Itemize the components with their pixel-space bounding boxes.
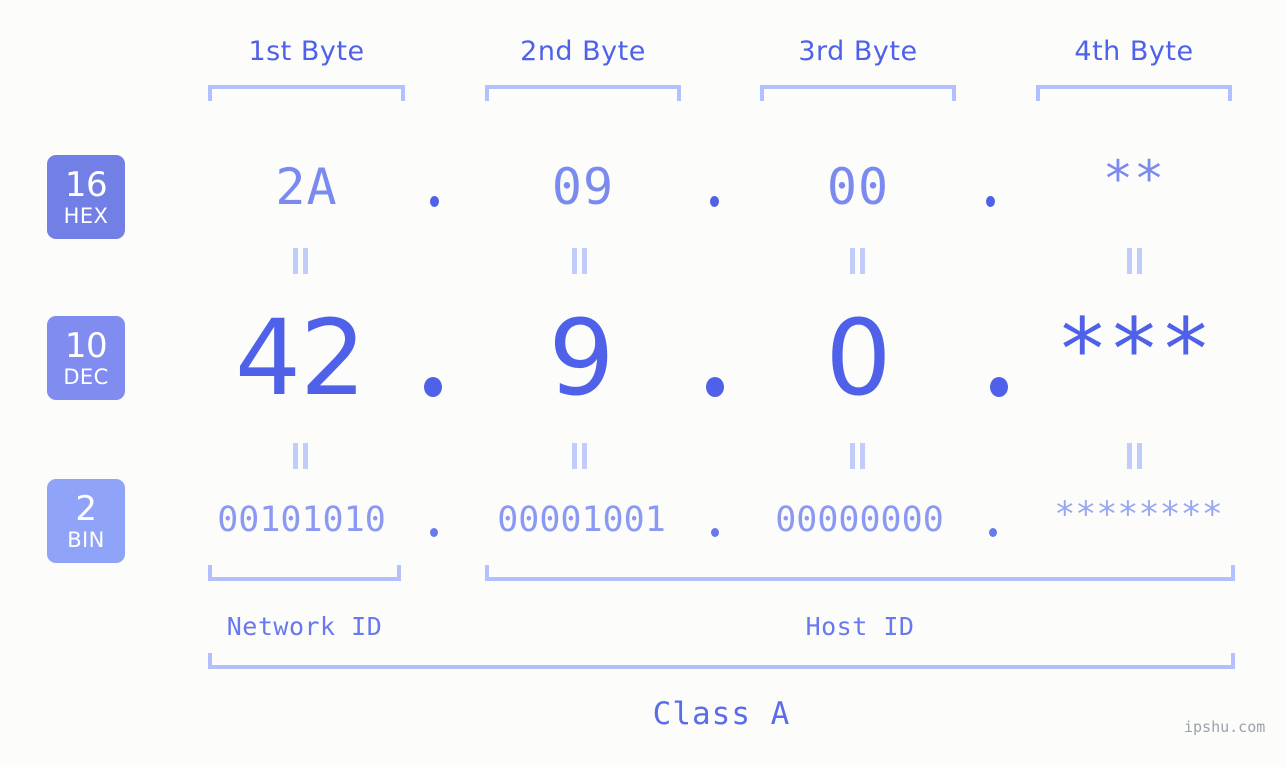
host-id-label: Host ID [805, 612, 915, 641]
dec-separator-2 [706, 377, 724, 397]
class-label: Class A [652, 696, 791, 732]
ip-byte-breakdown-diagram: 1st Byte 2nd Byte 3rd Byte 4th Byte 16 H… [0, 0, 1285, 767]
byte-bracket-2 [485, 85, 681, 101]
base-badge-hex-number: 16 [64, 164, 108, 205]
hex-separator-1 [430, 196, 439, 207]
bin-separator-3 [989, 528, 997, 537]
bin-separator-2 [711, 528, 719, 537]
byte-header-3: 3rd Byte [798, 36, 918, 67]
hex-separator-2 [710, 196, 719, 207]
base-badge-dec-abbr: DEC [63, 364, 109, 389]
equals-icon-hex-dec-1 [293, 248, 309, 274]
host-id-bracket [485, 565, 1235, 581]
bin-separator-1 [430, 528, 438, 537]
base-badge-dec-number: 10 [64, 325, 108, 366]
network-id-bracket [208, 565, 401, 581]
equals-icon-dec-bin-1 [293, 443, 309, 469]
network-id-label: Network ID [226, 612, 383, 641]
hex-byte-2: 09 [551, 158, 615, 216]
equals-icon-hex-dec-2 [572, 248, 588, 274]
base-badge-hex[interactable]: 16 HEX [47, 155, 125, 239]
base-badge-bin-abbr: BIN [67, 527, 105, 552]
equals-icon-dec-bin-3 [850, 443, 866, 469]
hex-byte-1: 2A [275, 158, 338, 216]
base-badge-bin-number: 2 [75, 488, 97, 529]
dec-separator-1 [424, 377, 442, 397]
byte-header-1: 1st Byte [248, 36, 365, 67]
dec-separator-3 [990, 377, 1008, 397]
bin-byte-1: 00101010 [217, 500, 386, 540]
dec-byte-1: 42 [234, 297, 366, 419]
bin-byte-3: 00000000 [775, 500, 944, 540]
bin-byte-4: ******** [1054, 495, 1223, 535]
byte-bracket-3 [760, 85, 956, 101]
dec-byte-2: 9 [548, 297, 614, 419]
equals-icon-dec-bin-2 [572, 443, 588, 469]
dec-byte-4: *** [1056, 300, 1212, 400]
site-watermark: ipshu.com [1184, 718, 1266, 736]
equals-icon-hex-dec-4 [1127, 248, 1143, 274]
hex-byte-4: ** [1102, 150, 1166, 208]
byte-bracket-4 [1036, 85, 1232, 101]
base-badge-hex-abbr: HEX [63, 203, 109, 228]
bin-byte-2: 00001001 [497, 500, 666, 540]
base-badge-bin[interactable]: 2 BIN [47, 479, 125, 563]
base-badge-dec[interactable]: 10 DEC [47, 316, 125, 400]
dec-byte-3: 0 [825, 297, 891, 419]
hex-byte-3: 00 [826, 158, 890, 216]
hex-separator-3 [986, 196, 995, 207]
byte-bracket-1 [208, 85, 405, 101]
class-bracket [208, 653, 1235, 669]
equals-icon-dec-bin-4 [1127, 443, 1143, 469]
byte-header-2: 2nd Byte [520, 36, 646, 67]
equals-icon-hex-dec-3 [850, 248, 866, 274]
byte-header-4: 4th Byte [1074, 36, 1194, 67]
